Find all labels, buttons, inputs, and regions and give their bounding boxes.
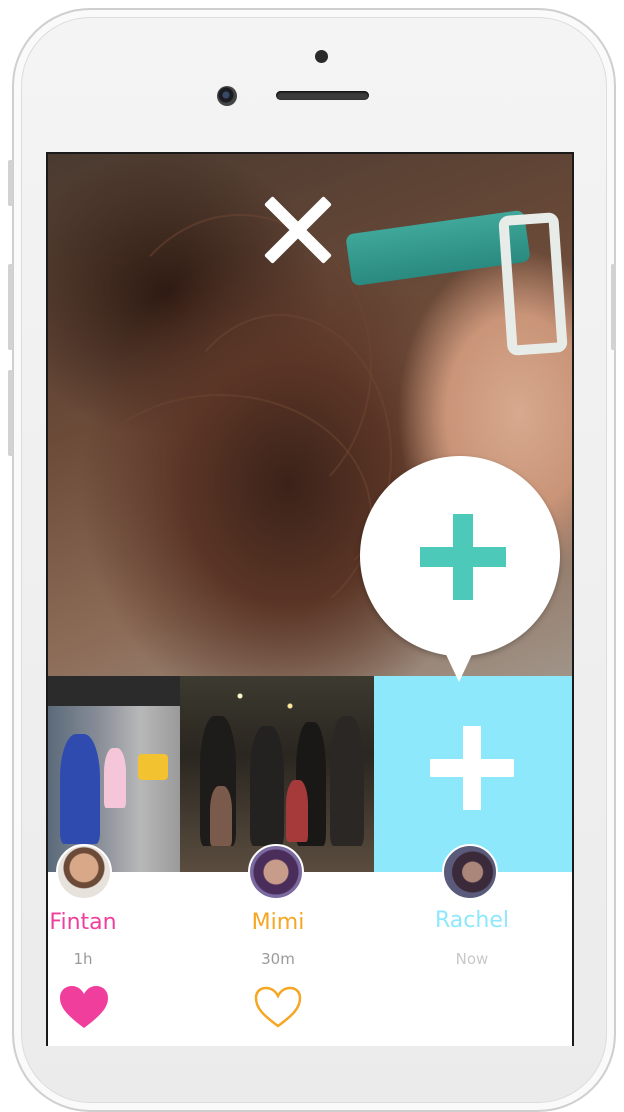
heart-outline-icon[interactable] — [252, 984, 304, 1030]
avatar-fintan[interactable] — [56, 844, 112, 900]
app-screen: Fintan 1h Mimi 30m Rachel Now — [46, 152, 574, 1046]
friend-time: 1h — [73, 950, 93, 968]
avatar-rachel[interactable] — [442, 844, 498, 900]
sensor-dot — [315, 50, 328, 63]
friend-name: Rachel — [435, 908, 509, 933]
heart-filled-icon[interactable] — [58, 984, 110, 1030]
friend-name: Fintan — [49, 910, 117, 935]
close-icon[interactable] — [262, 194, 334, 266]
volume-up-button — [8, 264, 13, 350]
earpiece-speaker — [276, 91, 369, 100]
tooltip-tail — [442, 646, 476, 682]
person-figure — [330, 716, 364, 846]
hair-detail — [68, 394, 372, 638]
volume-down-button — [8, 370, 13, 456]
child-figure — [210, 786, 232, 846]
sunglasses-frame — [498, 212, 568, 356]
plus-icon — [420, 514, 506, 600]
friend-time: 30m — [261, 950, 295, 968]
front-camera — [217, 86, 237, 106]
video-tile-fintan[interactable] — [48, 676, 180, 872]
costume-figure — [60, 734, 100, 844]
power-button — [611, 264, 616, 350]
costume-figure — [104, 748, 126, 808]
avatar-mimi[interactable] — [248, 844, 304, 900]
plus-icon[interactable] — [430, 726, 514, 810]
video-tile-mimi[interactable] — [180, 676, 374, 872]
mute-switch — [8, 160, 13, 206]
friend-name: Mimi — [251, 910, 305, 935]
friend-time: Now — [455, 950, 489, 968]
taxi — [138, 754, 168, 780]
child-figure — [286, 780, 308, 842]
person-figure — [250, 726, 284, 846]
